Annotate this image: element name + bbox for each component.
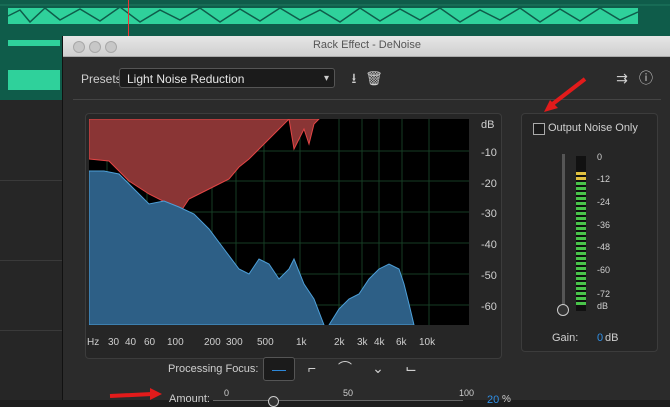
x-label: 100: [167, 337, 184, 348]
meter-label: -36: [597, 220, 611, 230]
presets-selected: Light Noise Reduction: [127, 72, 245, 86]
amount-tick: 100: [459, 388, 475, 398]
y-label-db: dB: [481, 119, 495, 131]
output-panel: [521, 113, 658, 352]
focus-high-icon[interactable]: ⌙: [396, 357, 426, 379]
gain-slider-knob[interactable]: [557, 304, 569, 316]
waveform: [0, 0, 670, 36]
output-noise-only-checkbox[interactable]: [533, 123, 545, 135]
focus-low-icon[interactable]: ⌐: [297, 357, 327, 379]
y-label: -60: [481, 301, 497, 313]
x-label: 200: [204, 337, 221, 348]
meter-label: -12: [597, 174, 611, 184]
y-label: -10: [481, 147, 497, 159]
chevron-down-icon: ▾: [323, 73, 329, 84]
waveform-clip: [0, 40, 65, 100]
x-label: 6k: [396, 337, 407, 348]
amount-label: Amount:: [169, 393, 210, 405]
level-meter: [576, 156, 586, 311]
amount-slider-track[interactable]: [213, 400, 463, 401]
output-noise-only-label: Output Noise Only: [548, 122, 638, 134]
y-label: -30: [481, 208, 497, 220]
trash-icon[interactable]: 🗑: [365, 68, 383, 88]
amount-value[interactable]: 20: [487, 394, 499, 406]
annotation-arrow: [544, 77, 587, 112]
focus-all-icon[interactable]: —: [263, 357, 295, 381]
track-panel: [0, 100, 62, 400]
x-label: Hz: [87, 337, 100, 348]
x-label: 4k: [374, 337, 385, 348]
meter-label: -24: [597, 197, 611, 207]
gain-value[interactable]: 0: [597, 332, 603, 344]
routing-icon[interactable]: ⇉: [613, 68, 631, 88]
processing-focus-label: Processing Focus:: [168, 363, 259, 375]
x-label: 2k: [334, 337, 345, 348]
info-icon[interactable]: ⓘ: [637, 68, 655, 88]
meter-label: -72: [597, 289, 611, 299]
meter-label: -60: [597, 265, 611, 275]
waveform-track: [0, 0, 670, 40]
x-label: 1k: [296, 337, 307, 348]
meter-label: 0: [597, 152, 603, 162]
y-label: -40: [481, 239, 497, 251]
focus-mid-icon[interactable]: ⌒: [330, 357, 360, 379]
spectrum-svg: [89, 119, 469, 325]
download-icon[interactable]: ⭳: [345, 68, 363, 88]
x-label: 3k: [357, 337, 368, 348]
titlebar: Rack Effect - DeNoise: [63, 36, 670, 57]
amount-tick: 50: [343, 388, 354, 398]
amount-tick: 0: [224, 388, 230, 398]
y-label: -50: [481, 270, 497, 282]
gain-slider-track[interactable]: [562, 154, 565, 306]
x-label: 60: [144, 337, 156, 348]
y-label: -20: [481, 178, 497, 190]
x-label: 40: [125, 337, 137, 348]
x-label: 300: [226, 337, 243, 348]
x-label: 10k: [419, 337, 436, 348]
meter-label: -48: [597, 242, 611, 252]
presets-dropdown[interactable]: Light Noise Reduction ▾: [119, 68, 335, 88]
dialog-title: Rack Effect - DeNoise: [312, 39, 421, 51]
annotation-arrow: [109, 388, 162, 400]
gain-unit: dB: [605, 332, 619, 344]
amount-slider-knob[interactable]: [268, 396, 279, 407]
focus-notch-icon[interactable]: ⌄: [363, 357, 393, 379]
meter-label: dB: [597, 301, 609, 311]
spectrum-graph[interactable]: [89, 119, 469, 325]
x-label: 30: [108, 337, 120, 348]
gain-label: Gain:: [552, 332, 579, 344]
x-label: 500: [257, 337, 274, 348]
